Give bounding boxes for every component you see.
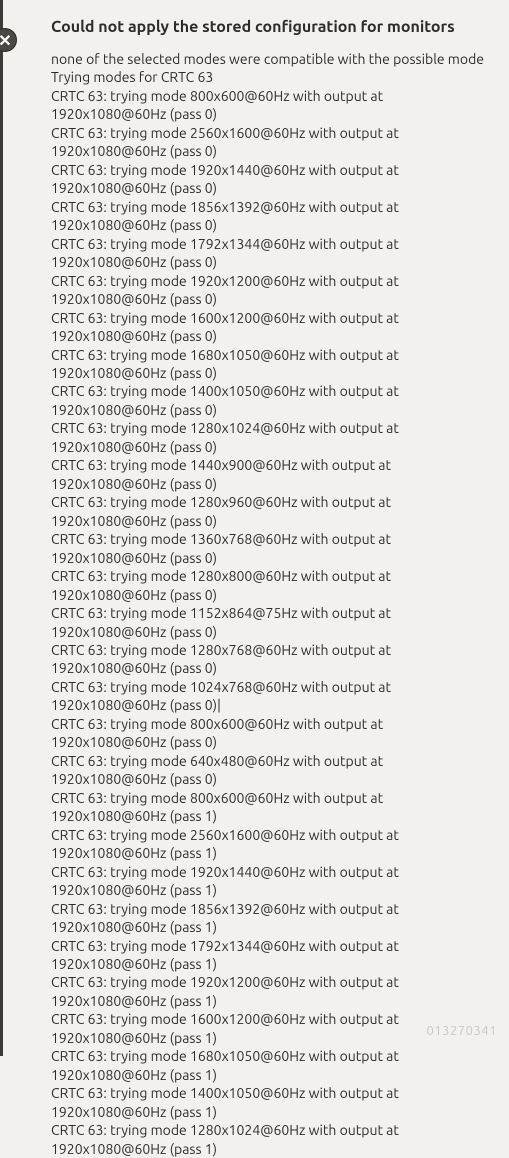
log-line: CRTC 63: trying mode 1680x1050@60Hz with… [51, 346, 485, 364]
summary-line: none of the selected modes were compatib… [51, 50, 485, 68]
log-line: 1920x1080@60Hz (pass 1) [51, 955, 485, 973]
log-line: CRTC 63: trying mode 2560x1600@60Hz with… [51, 124, 485, 142]
log-line: 1920x1080@60Hz (pass 0) [51, 401, 485, 419]
log-line: 1920x1080@60Hz (pass 1) [51, 1140, 485, 1158]
log-line: CRTC 63: trying mode 1856x1392@60Hz with… [51, 198, 485, 216]
log-line: 1920x1080@60Hz (pass 1) [51, 1103, 485, 1121]
log-line: CRTC 63: trying mode 1920x1440@60Hz with… [51, 863, 485, 881]
log-line: 1920x1080@60Hz (pass 0) [51, 770, 485, 788]
log-line: 1920x1080@60Hz (pass 1) [51, 1029, 485, 1047]
close-icon: ✕ [0, 31, 12, 50]
log-line: CRTC 63: trying mode 1360x768@60Hz with … [51, 530, 485, 548]
dialog-title: Could not apply the stored configuration… [51, 18, 485, 36]
log-line: 1920x1080@60Hz (pass 0) [51, 327, 485, 345]
log-line: 1920x1080@60Hz (pass 1) [51, 844, 485, 862]
log-line: 1920x1080@60Hz (pass 1) [51, 992, 485, 1010]
log-line: CRTC 63: trying mode 1400x1050@60Hz with… [51, 1084, 485, 1102]
log-line: 1920x1080@60Hz (pass 0) [51, 733, 485, 751]
log-line: CRTC 63: trying mode 1600x1200@60Hz with… [51, 1010, 485, 1028]
log-entries: CRTC 63: trying mode 800x600@60Hz with o… [51, 87, 485, 1158]
log-line: 1920x1080@60Hz (pass 0) [51, 105, 485, 123]
dialog-content: Could not apply the stored configuration… [3, 0, 509, 1056]
log-line: CRTC 63: trying mode 1920x1200@60Hz with… [51, 272, 485, 290]
log-line: CRTC 63: trying mode 1792x1344@60Hz with… [51, 235, 485, 253]
log-line: 1920x1080@60Hz (pass 0) [51, 586, 485, 604]
log-line: CRTC 63: trying mode 1280x768@60Hz with … [51, 641, 485, 659]
log-line: CRTC 63: trying mode 1280x1024@60Hz with… [51, 1121, 485, 1139]
log-line: 1920x1080@60Hz (pass 0) [51, 475, 485, 493]
log-line: CRTC 63: trying mode 800x600@60Hz with o… [51, 715, 485, 733]
dialog-message: none of the selected modes were compatib… [51, 50, 485, 1158]
window-border [0, 0, 3, 1056]
log-line: 1920x1080@60Hz (pass 0) [51, 142, 485, 160]
log-line: CRTC 63: trying mode 1400x1050@60Hz with… [51, 382, 485, 400]
log-line: 1920x1080@60Hz (pass 0) [51, 179, 485, 197]
log-line: 1920x1080@60Hz (pass 1) [51, 881, 485, 899]
log-line: CRTC 63: trying mode 1680x1050@60Hz with… [51, 1047, 485, 1065]
log-line: 1920x1080@60Hz (pass 0) [51, 438, 485, 456]
log-line: 1920x1080@60Hz (pass 0) [51, 364, 485, 382]
log-line: 1920x1080@60Hz (pass 0) [51, 659, 485, 677]
log-line: 1920x1080@60Hz (pass 1) [51, 1066, 485, 1084]
log-line: CRTC 63: trying mode 800x600@60Hz with o… [51, 87, 485, 105]
log-line: 1920x1080@60Hz (pass 0) [51, 253, 485, 271]
log-line: CRTC 63: trying mode 1280x1024@60Hz with… [51, 419, 485, 437]
log-line: 1920x1080@60Hz (pass 0) [51, 216, 485, 234]
header-line: Trying modes for CRTC 63 [51, 68, 485, 86]
log-line: CRTC 63: trying mode 1280x960@60Hz with … [51, 493, 485, 511]
log-line: CRTC 63: trying mode 1920x1200@60Hz with… [51, 973, 485, 991]
log-line: CRTC 63: trying mode 640x480@60Hz with o… [51, 752, 485, 770]
log-line: CRTC 63: trying mode 1152x864@75Hz with … [51, 604, 485, 622]
log-line: CRTC 63: trying mode 2560x1600@60Hz with… [51, 826, 485, 844]
log-line: 1920x1080@60Hz (pass 0) [51, 512, 485, 530]
log-line: 1920x1080@60Hz (pass 1) [51, 918, 485, 936]
log-line: 1920x1080@60Hz (pass 0) [51, 290, 485, 308]
log-line: 1920x1080@60Hz (pass 1) [51, 807, 485, 825]
log-line: 1920x1080@60Hz (pass 0)| [51, 696, 485, 714]
log-line: CRTC 63: trying mode 1280x800@60Hz with … [51, 567, 485, 585]
log-line: CRTC 63: trying mode 800x600@60Hz with o… [51, 789, 485, 807]
log-line: CRTC 63: trying mode 1920x1440@60Hz with… [51, 161, 485, 179]
log-line: CRTC 63: trying mode 1440x900@60Hz with … [51, 456, 485, 474]
log-line: CRTC 63: trying mode 1856x1392@60Hz with… [51, 900, 485, 918]
log-line: 1920x1080@60Hz (pass 0) [51, 549, 485, 567]
log-line: 1920x1080@60Hz (pass 0) [51, 623, 485, 641]
log-line: CRTC 63: trying mode 1024x768@60Hz with … [51, 678, 485, 696]
log-line: CRTC 63: trying mode 1600x1200@60Hz with… [51, 309, 485, 327]
log-line: CRTC 63: trying mode 1792x1344@60Hz with… [51, 937, 485, 955]
